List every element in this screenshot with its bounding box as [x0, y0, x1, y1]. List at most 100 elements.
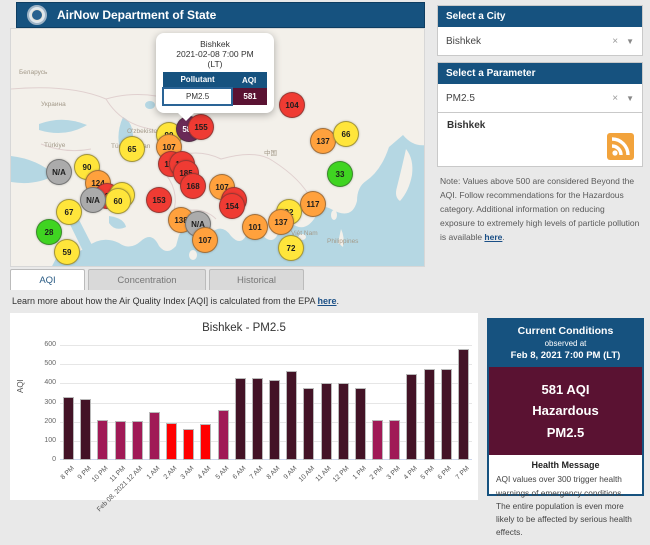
- chart-ytick-label: 0: [28, 456, 56, 463]
- chart-bar: [63, 397, 74, 460]
- chart-bar: [269, 380, 280, 461]
- aqi-map-marker[interactable]: 72: [278, 235, 304, 261]
- cc-health-text: AQI values over 300 trigger health warni…: [496, 473, 635, 539]
- chart-xtick-label: 8 AM: [266, 465, 282, 481]
- learn-more-prefix: Learn more about how the Air Quality Ind…: [12, 296, 318, 306]
- cc-pollutant: PM2.5: [493, 422, 638, 443]
- chart-xtick-label: 11 AM: [315, 465, 333, 483]
- cc-aqi-block: 581 AQI Hazardous PM2.5: [489, 367, 642, 455]
- aqi-map-marker[interactable]: 107: [192, 227, 218, 253]
- select-parameter-header: Select a Parameter: [438, 63, 642, 84]
- chart-xtick-label: 12 PM: [331, 465, 350, 484]
- cc-subtitle: observed at: [493, 339, 638, 348]
- chart-ytick-label: 500: [28, 360, 56, 367]
- chevron-down-icon[interactable]: ▼: [626, 37, 634, 46]
- chart-bar: [406, 374, 417, 460]
- chart-title: Bishkek - PM2.5: [10, 313, 478, 334]
- epa-here-link[interactable]: here: [318, 296, 337, 306]
- chart-xtick-label: 3 PM: [386, 465, 402, 481]
- rss-icon[interactable]: [607, 133, 634, 160]
- chart-bar: [424, 369, 435, 460]
- city-select[interactable]: Bishkek × ▼: [438, 27, 642, 55]
- tab-aqi[interactable]: AQI: [10, 269, 85, 290]
- aqi-map-marker[interactable]: 67: [56, 199, 82, 225]
- chart-bar: [372, 420, 383, 460]
- tab-concentration[interactable]: Concentration: [88, 269, 206, 290]
- chart-bar: [97, 420, 108, 460]
- aqi-map-marker[interactable]: 168: [180, 173, 206, 199]
- aqi-map-marker[interactable]: 101: [242, 214, 268, 240]
- aqi-map-marker[interactable]: 33: [327, 161, 353, 187]
- aqi-map-marker[interactable]: 117: [300, 191, 326, 217]
- cc-title: Current Conditions: [493, 325, 638, 337]
- chart-gridline: [60, 364, 472, 365]
- popup-col-pollutant: Pollutant: [163, 72, 232, 88]
- app-title: AirNow Department of State: [57, 8, 216, 22]
- chart-bar: [80, 399, 91, 460]
- aqi-map-marker[interactable]: 153: [146, 187, 172, 213]
- cc-datetime: Feb 8, 2021 7:00 PM (LT): [493, 350, 638, 361]
- cc-category: Hazardous: [493, 400, 638, 421]
- chart-xtick-label: 8 PM: [59, 465, 75, 481]
- chart-xtick-label: 7 AM: [248, 465, 264, 481]
- chart-xtick-label: 3 AM: [180, 465, 196, 481]
- aqi-map-marker[interactable]: 59: [54, 239, 80, 265]
- popup-timezone: (LT): [162, 59, 268, 69]
- app-header: AirNow Department of State: [16, 2, 425, 28]
- chevron-down-icon[interactable]: ▼: [626, 94, 634, 103]
- chart-plot-area: 01002003004005006008 PM9 PM10 PM11 PMFeb…: [60, 345, 472, 460]
- note-suffix: .: [502, 232, 504, 242]
- chart-bar: [252, 378, 263, 460]
- chart-xtick-label: 2 AM: [163, 465, 179, 481]
- parameter-select[interactable]: PM2.5 × ▼: [438, 84, 642, 112]
- chart-bar: [458, 349, 469, 460]
- select-parameter-panel: Select a Parameter PM2.5 × ▼: [437, 62, 643, 113]
- cc-aqi-value: 581 AQI: [493, 379, 638, 400]
- current-conditions-header: Current Conditions observed at Feb 8, 20…: [489, 320, 642, 367]
- aqi-map-marker[interactable]: 60: [105, 188, 131, 214]
- chart-bar: [149, 412, 160, 460]
- chart-bar: [441, 369, 452, 460]
- popup-col-aqi: AQI: [232, 72, 267, 88]
- select-city-panel: Select a City Bishkek × ▼: [437, 5, 643, 56]
- clear-x-icon[interactable]: ×: [612, 36, 618, 47]
- aqi-map-marker[interactable]: 137: [268, 209, 294, 235]
- chart-ytick-label: 200: [28, 418, 56, 425]
- chart-xtick-label: 7 PM: [454, 465, 470, 481]
- chart-ytick-label: 100: [28, 437, 56, 444]
- popup-city: Bishkek: [162, 39, 268, 49]
- chart-tabbar: AQI Concentration Historical: [10, 269, 304, 290]
- note-here-link[interactable]: here: [484, 232, 502, 242]
- chart-xtick-label: 2 PM: [368, 465, 384, 481]
- chart-bar: [389, 420, 400, 460]
- aqi-map-marker[interactable]: 154: [219, 193, 245, 219]
- chart-xtick-label: 10 PM: [91, 465, 110, 484]
- chart-xtick-label: 6 PM: [437, 465, 453, 481]
- map-popup: Bishkek 2021-02-08 7:00 PM (LT) Pollutan…: [156, 33, 274, 113]
- chart-xtick-label: 6 AM: [231, 465, 247, 481]
- aqi-map-marker[interactable]: 66: [333, 121, 359, 147]
- tab-historical[interactable]: Historical: [209, 269, 304, 290]
- chart-xtick-label: 1 PM: [351, 465, 367, 481]
- chart-bar: [303, 388, 314, 460]
- chart-bar: [218, 410, 229, 460]
- chart-bar: [321, 383, 332, 460]
- beyond-aqi-note: Note: Values above 500 are considered Be…: [440, 174, 642, 244]
- aqi-map-marker[interactable]: 104: [279, 92, 305, 118]
- cc-health-title: Health Message: [496, 460, 635, 470]
- chart-ytick-label: 600: [28, 341, 56, 348]
- chart-bar: [286, 371, 297, 460]
- chart-bar: [355, 388, 366, 460]
- dos-seal-icon: [27, 5, 47, 25]
- chart-xtick-label: 5 PM: [420, 465, 436, 481]
- clear-x-icon[interactable]: ×: [612, 93, 618, 104]
- chart-xtick-label: 4 PM: [403, 465, 419, 481]
- chart-bar: [183, 429, 194, 460]
- aqi-map-marker[interactable]: N/A: [46, 159, 72, 185]
- feed-box: Bishkek: [437, 112, 643, 167]
- parameter-select-value: PM2.5: [446, 93, 612, 104]
- aqi-map-marker[interactable]: N/A: [80, 187, 106, 213]
- aqi-map-marker[interactable]: 65: [119, 136, 145, 162]
- aqi-map[interactable]: БеларусьУкраинаTürkiyeO'zbekistonTürkmen…: [10, 28, 425, 267]
- chart-xtick-label: 4 AM: [197, 465, 213, 481]
